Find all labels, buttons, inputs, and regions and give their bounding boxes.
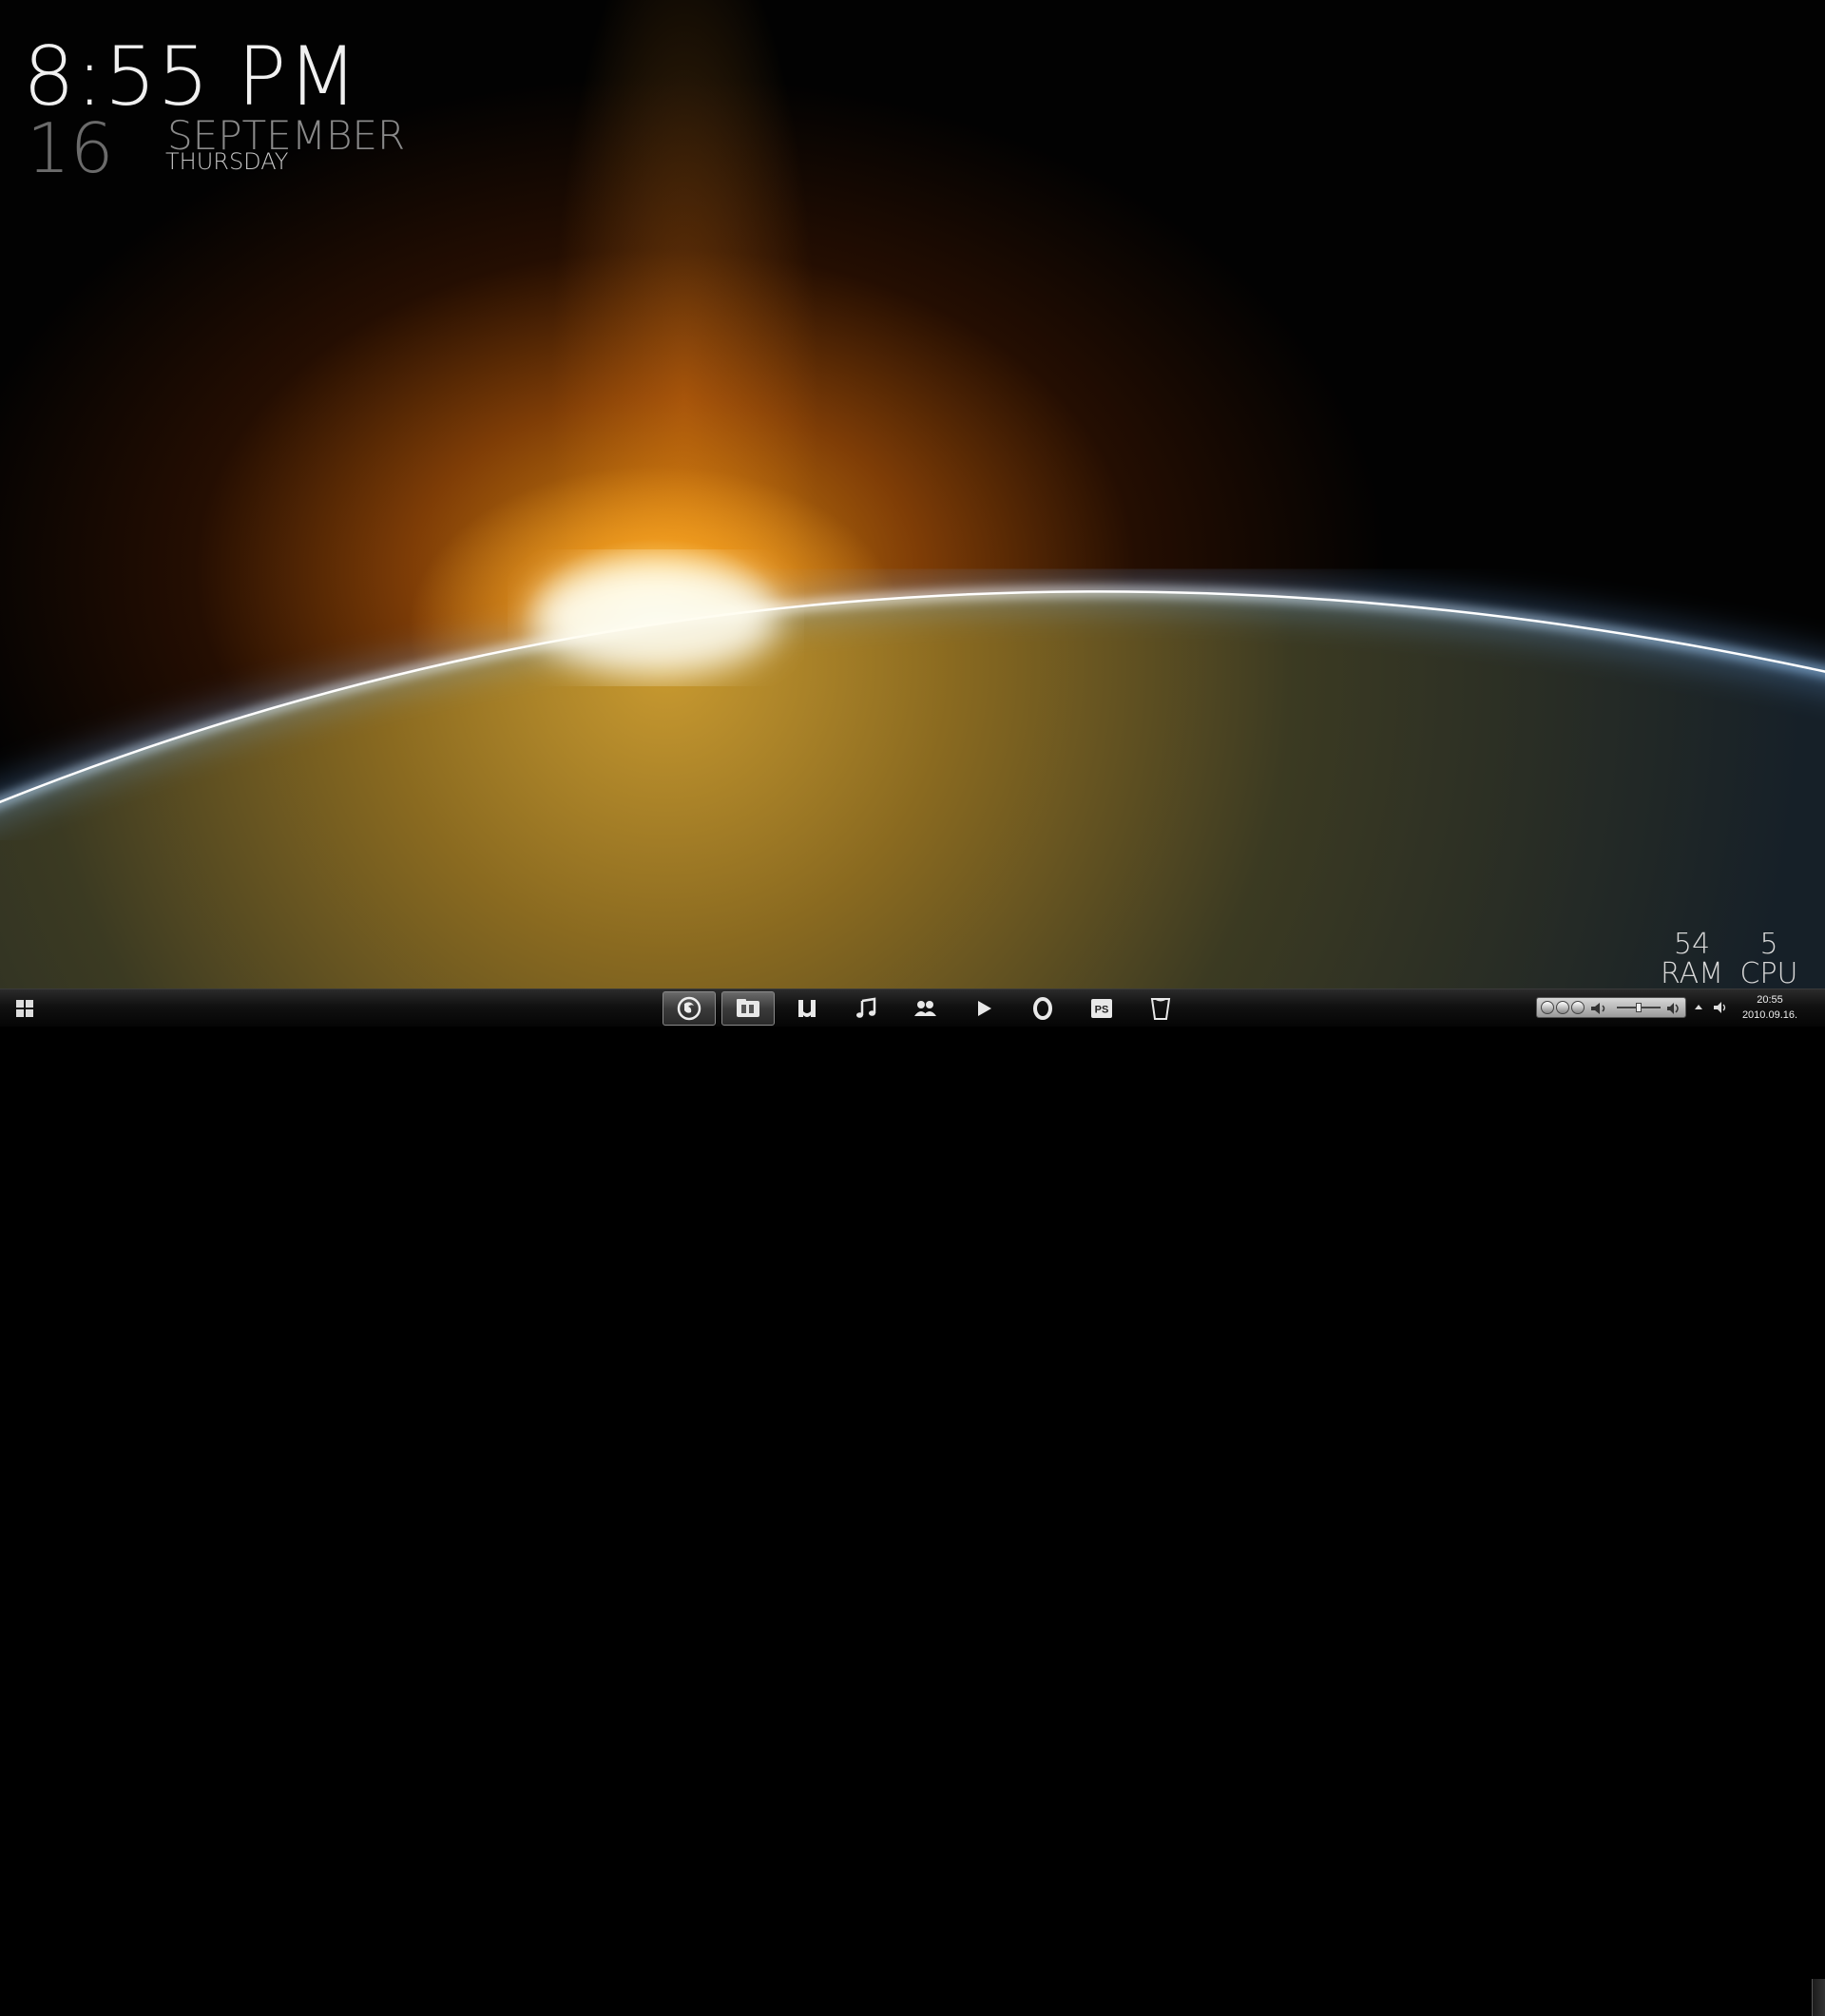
previous-icon[interactable] [1541, 1001, 1554, 1014]
taskbar-recycle-bin-button[interactable] [1134, 991, 1187, 1026]
earth-surface [0, 591, 1825, 989]
ram-label: RAM [1660, 957, 1724, 989]
tray-volume-icon[interactable] [1711, 998, 1730, 1017]
music-note-icon [856, 997, 876, 1018]
taskbar-messenger-button[interactable] [898, 991, 951, 1026]
speaker-max-icon [1667, 1003, 1679, 1014]
volume-icon[interactable] [1590, 1002, 1609, 1015]
cpu-meter: 5 CPU [1736, 930, 1802, 989]
ram-value: 54 [1673, 928, 1711, 961]
taskbar-firefox-button[interactable] [663, 991, 716, 1026]
tray-clock[interactable]: 20:55 2010.09.16. [1736, 992, 1804, 1025]
opera-icon [1033, 997, 1052, 1020]
taskbar-music-button[interactable] [839, 991, 893, 1026]
show-desktop-button[interactable] [1812, 1979, 1825, 2016]
clock-weekday: THURSDAY [165, 148, 289, 175]
utorrent-icon [798, 1000, 816, 1017]
taskbar-opera-button[interactable] [1016, 991, 1069, 1026]
windows-logo-icon [16, 1000, 33, 1017]
next-icon[interactable] [1571, 1001, 1585, 1014]
firefox-icon [677, 996, 701, 1021]
taskbar-photoshop-button[interactable]: PS [1075, 991, 1128, 1026]
desktop-wallpaper: 8:55 PM 16 SEPTEMBER THURSDAY 54 RAM 5 C… [0, 0, 1825, 989]
sun-flare [532, 561, 779, 675]
cpu-value: 5 [1759, 928, 1778, 961]
play-icon [978, 1001, 991, 1016]
clock-day: 16 [27, 108, 114, 188]
ram-meter: 54 RAM [1654, 930, 1730, 989]
clock-time: 8:55 PM [23, 29, 359, 125]
recycle-bin-icon [1150, 998, 1171, 1020]
tray-time: 20:55 [1757, 994, 1783, 1006]
taskbar-utorrent-button[interactable] [780, 991, 834, 1026]
taskbar-media-player-button[interactable] [957, 991, 1010, 1026]
tray-date: 2010.09.16. [1741, 1009, 1798, 1021]
media-control-toolbar [1536, 997, 1686, 1018]
cpu-label: CPU [1739, 957, 1798, 989]
people-icon [914, 1001, 936, 1016]
show-hidden-icons-arrow-icon[interactable] [1690, 998, 1707, 1017]
start-button[interactable] [4, 991, 46, 1026]
photoshop-icon: PS [1091, 999, 1112, 1018]
explorer-icon [737, 999, 759, 1017]
taskbar-explorer-button[interactable] [721, 991, 775, 1026]
pause-icon[interactable] [1556, 1001, 1569, 1014]
media-volume-thumb[interactable] [1636, 1003, 1642, 1012]
photoshop-label: PS [1095, 1005, 1109, 1016]
